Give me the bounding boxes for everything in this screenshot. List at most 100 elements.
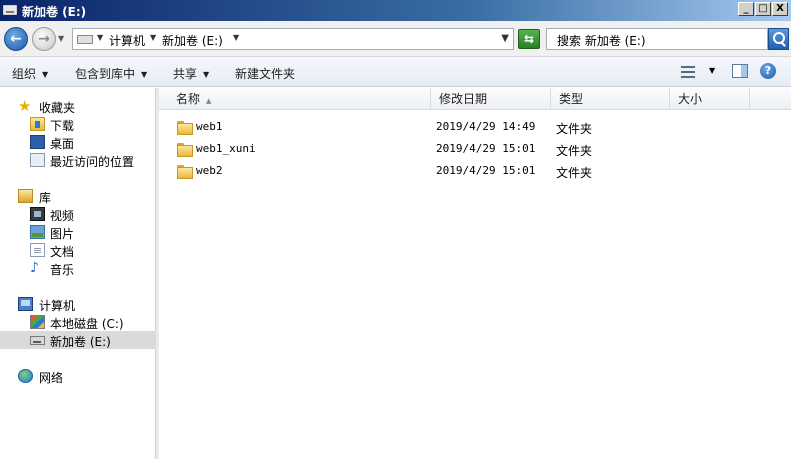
file-type: 文件夹 xyxy=(556,166,593,180)
file-type: 文件夹 xyxy=(556,122,593,136)
nav-new-volume-e[interactable]: 新加卷 (E:) xyxy=(0,331,156,349)
chevron-down-icon: ▼ xyxy=(42,70,49,79)
new-folder-button[interactable]: 新建文件夹 xyxy=(235,65,295,82)
recent-pages-dropdown[interactable]: ▼ xyxy=(58,34,64,43)
document-icon xyxy=(30,243,45,257)
refresh-button[interactable]: ⇆ xyxy=(518,29,540,49)
folder-icon xyxy=(177,121,193,135)
desktop-icon xyxy=(30,135,45,149)
path-bar[interactable]: ▼ 计算机 ▼ 新加卷 (E:) ▼ ▼ xyxy=(72,28,514,50)
address-bar: ← → ▼ ▼ 计算机 ▼ 新加卷 (E:) ▼ ▼ ⇆ 搜索 新加卷 (E:) xyxy=(0,21,791,57)
nav-pictures[interactable]: 图片 xyxy=(0,223,156,241)
include-in-library-label: 包含到库中 xyxy=(75,67,136,81)
folder-icon xyxy=(177,165,193,179)
organize-label: 组织 xyxy=(12,67,37,81)
share-button[interactable]: 共享 ▼ xyxy=(173,65,209,82)
column-name[interactable]: 名称 ▲ xyxy=(159,88,431,110)
column-modified-label: 修改日期 xyxy=(439,92,488,106)
chevron-down-icon: ▼ xyxy=(141,70,148,79)
search-input[interactable]: 搜索 新加卷 (E:) xyxy=(546,28,768,50)
file-list: web1 2019/4/29 14:49 文件夹 web1_xuni 2019/… xyxy=(159,111,791,459)
library-icon xyxy=(18,189,33,203)
nav-music[interactable]: ♪ 音乐 xyxy=(0,259,156,277)
nav-computer-label: 计算机 xyxy=(39,299,76,313)
nav-libraries-label: 库 xyxy=(39,191,52,205)
chevron-down-icon[interactable]: ▼ xyxy=(97,33,103,42)
nav-downloads-label: 下载 xyxy=(50,119,75,133)
nav-new-volume-label: 新加卷 (E:) xyxy=(50,335,111,349)
path-history-dropdown[interactable]: ▼ xyxy=(501,33,509,44)
file-modified: 2019/4/29 15:01 xyxy=(436,142,536,155)
nav-local-disk-c[interactable]: 本地磁盘 (C:) xyxy=(0,313,156,331)
organize-button[interactable]: 组织 ▼ xyxy=(12,65,48,82)
file-name: web1 xyxy=(196,120,223,133)
view-dropdown[interactable]: ▼ xyxy=(709,66,715,75)
column-type[interactable]: 类型 xyxy=(551,88,670,110)
share-label: 共享 xyxy=(173,67,198,81)
computer-icon xyxy=(18,297,33,311)
help-icon[interactable]: ? xyxy=(760,63,776,79)
breadcrumb-new-volume[interactable]: 新加卷 (E:) xyxy=(162,32,223,49)
nav-videos[interactable]: 视频 xyxy=(0,205,156,223)
breadcrumb-computer[interactable]: 计算机 xyxy=(109,32,145,49)
file-modified: 2019/4/29 14:49 xyxy=(436,120,536,133)
recent-places-icon xyxy=(30,153,45,167)
arrow-left-icon: ← xyxy=(10,31,22,47)
network-icon xyxy=(18,369,33,383)
chevron-down-icon: ▼ xyxy=(203,70,210,79)
music-icon: ♪ xyxy=(30,260,39,276)
nav-pictures-label: 图片 xyxy=(50,227,75,241)
column-headers: 名称 ▲ 修改日期 类型 大小 xyxy=(159,88,791,110)
close-button[interactable]: X xyxy=(772,2,788,16)
search-icon[interactable] xyxy=(768,28,789,50)
refresh-icon: ⇆ xyxy=(523,32,535,46)
column-modified[interactable]: 修改日期 xyxy=(431,88,551,110)
nav-music-label: 音乐 xyxy=(50,263,75,277)
maximize-button[interactable]: □ xyxy=(755,2,771,16)
column-size[interactable]: 大小 xyxy=(670,88,750,110)
file-name: web1_xuni xyxy=(196,142,256,155)
forward-button[interactable]: → xyxy=(32,27,56,51)
nav-favorites[interactable]: ★ 收藏夹 xyxy=(0,97,156,116)
include-in-library-button[interactable]: 包含到库中 ▼ xyxy=(75,65,147,82)
preview-pane-icon[interactable] xyxy=(732,64,748,78)
folder-icon xyxy=(177,143,193,157)
nav-documents[interactable]: 文档 xyxy=(0,241,156,259)
nav-network-label: 网络 xyxy=(39,371,64,385)
file-type: 文件夹 xyxy=(556,144,593,158)
view-options-icon[interactable] xyxy=(681,66,695,78)
nav-downloads[interactable]: 下载 xyxy=(0,115,156,133)
downloads-icon xyxy=(30,117,45,131)
nav-network[interactable]: 网络 xyxy=(0,367,156,385)
file-row[interactable]: web1 2019/4/29 14:49 文件夹 xyxy=(159,116,791,138)
back-button[interactable]: ← xyxy=(4,27,28,51)
nav-videos-label: 视频 xyxy=(50,209,75,223)
navigation-pane: ★ 收藏夹 下载 桌面 最近访问的位置 库 视频 图片 文档 ♪ 音乐 计算机 … xyxy=(0,88,156,459)
nav-computer[interactable]: 计算机 xyxy=(0,295,156,313)
pictures-icon xyxy=(30,225,45,239)
column-size-label: 大小 xyxy=(678,92,703,106)
column-type-label: 类型 xyxy=(559,92,584,106)
nav-local-disk-label: 本地磁盘 (C:) xyxy=(50,317,124,331)
star-icon: ★ xyxy=(18,97,32,115)
column-name-label: 名称 xyxy=(176,92,201,106)
nav-documents-label: 文档 xyxy=(50,245,75,259)
video-icon xyxy=(30,207,45,221)
drive-icon xyxy=(3,5,17,15)
nav-recent-places[interactable]: 最近访问的位置 xyxy=(0,151,156,169)
file-name: web2 xyxy=(196,164,223,177)
arrow-right-icon: → xyxy=(38,31,50,47)
nav-desktop[interactable]: 桌面 xyxy=(0,133,156,151)
file-modified: 2019/4/29 15:01 xyxy=(436,164,536,177)
drive-icon xyxy=(30,336,45,345)
nav-favorites-label: 收藏夹 xyxy=(39,101,76,115)
nav-recent-label: 最近访问的位置 xyxy=(50,155,135,169)
file-row[interactable]: web2 2019/4/29 15:01 文件夹 xyxy=(159,160,791,182)
minimize-button[interactable]: _ xyxy=(738,2,754,16)
file-row[interactable]: web1_xuni 2019/4/29 15:01 文件夹 xyxy=(159,138,791,160)
nav-libraries[interactable]: 库 xyxy=(0,187,156,205)
chevron-down-icon[interactable]: ▼ xyxy=(233,33,239,42)
system-drive-icon xyxy=(30,315,45,329)
chevron-down-icon[interactable]: ▼ xyxy=(150,33,156,42)
window-title: 新加卷 (E:) xyxy=(22,5,87,19)
